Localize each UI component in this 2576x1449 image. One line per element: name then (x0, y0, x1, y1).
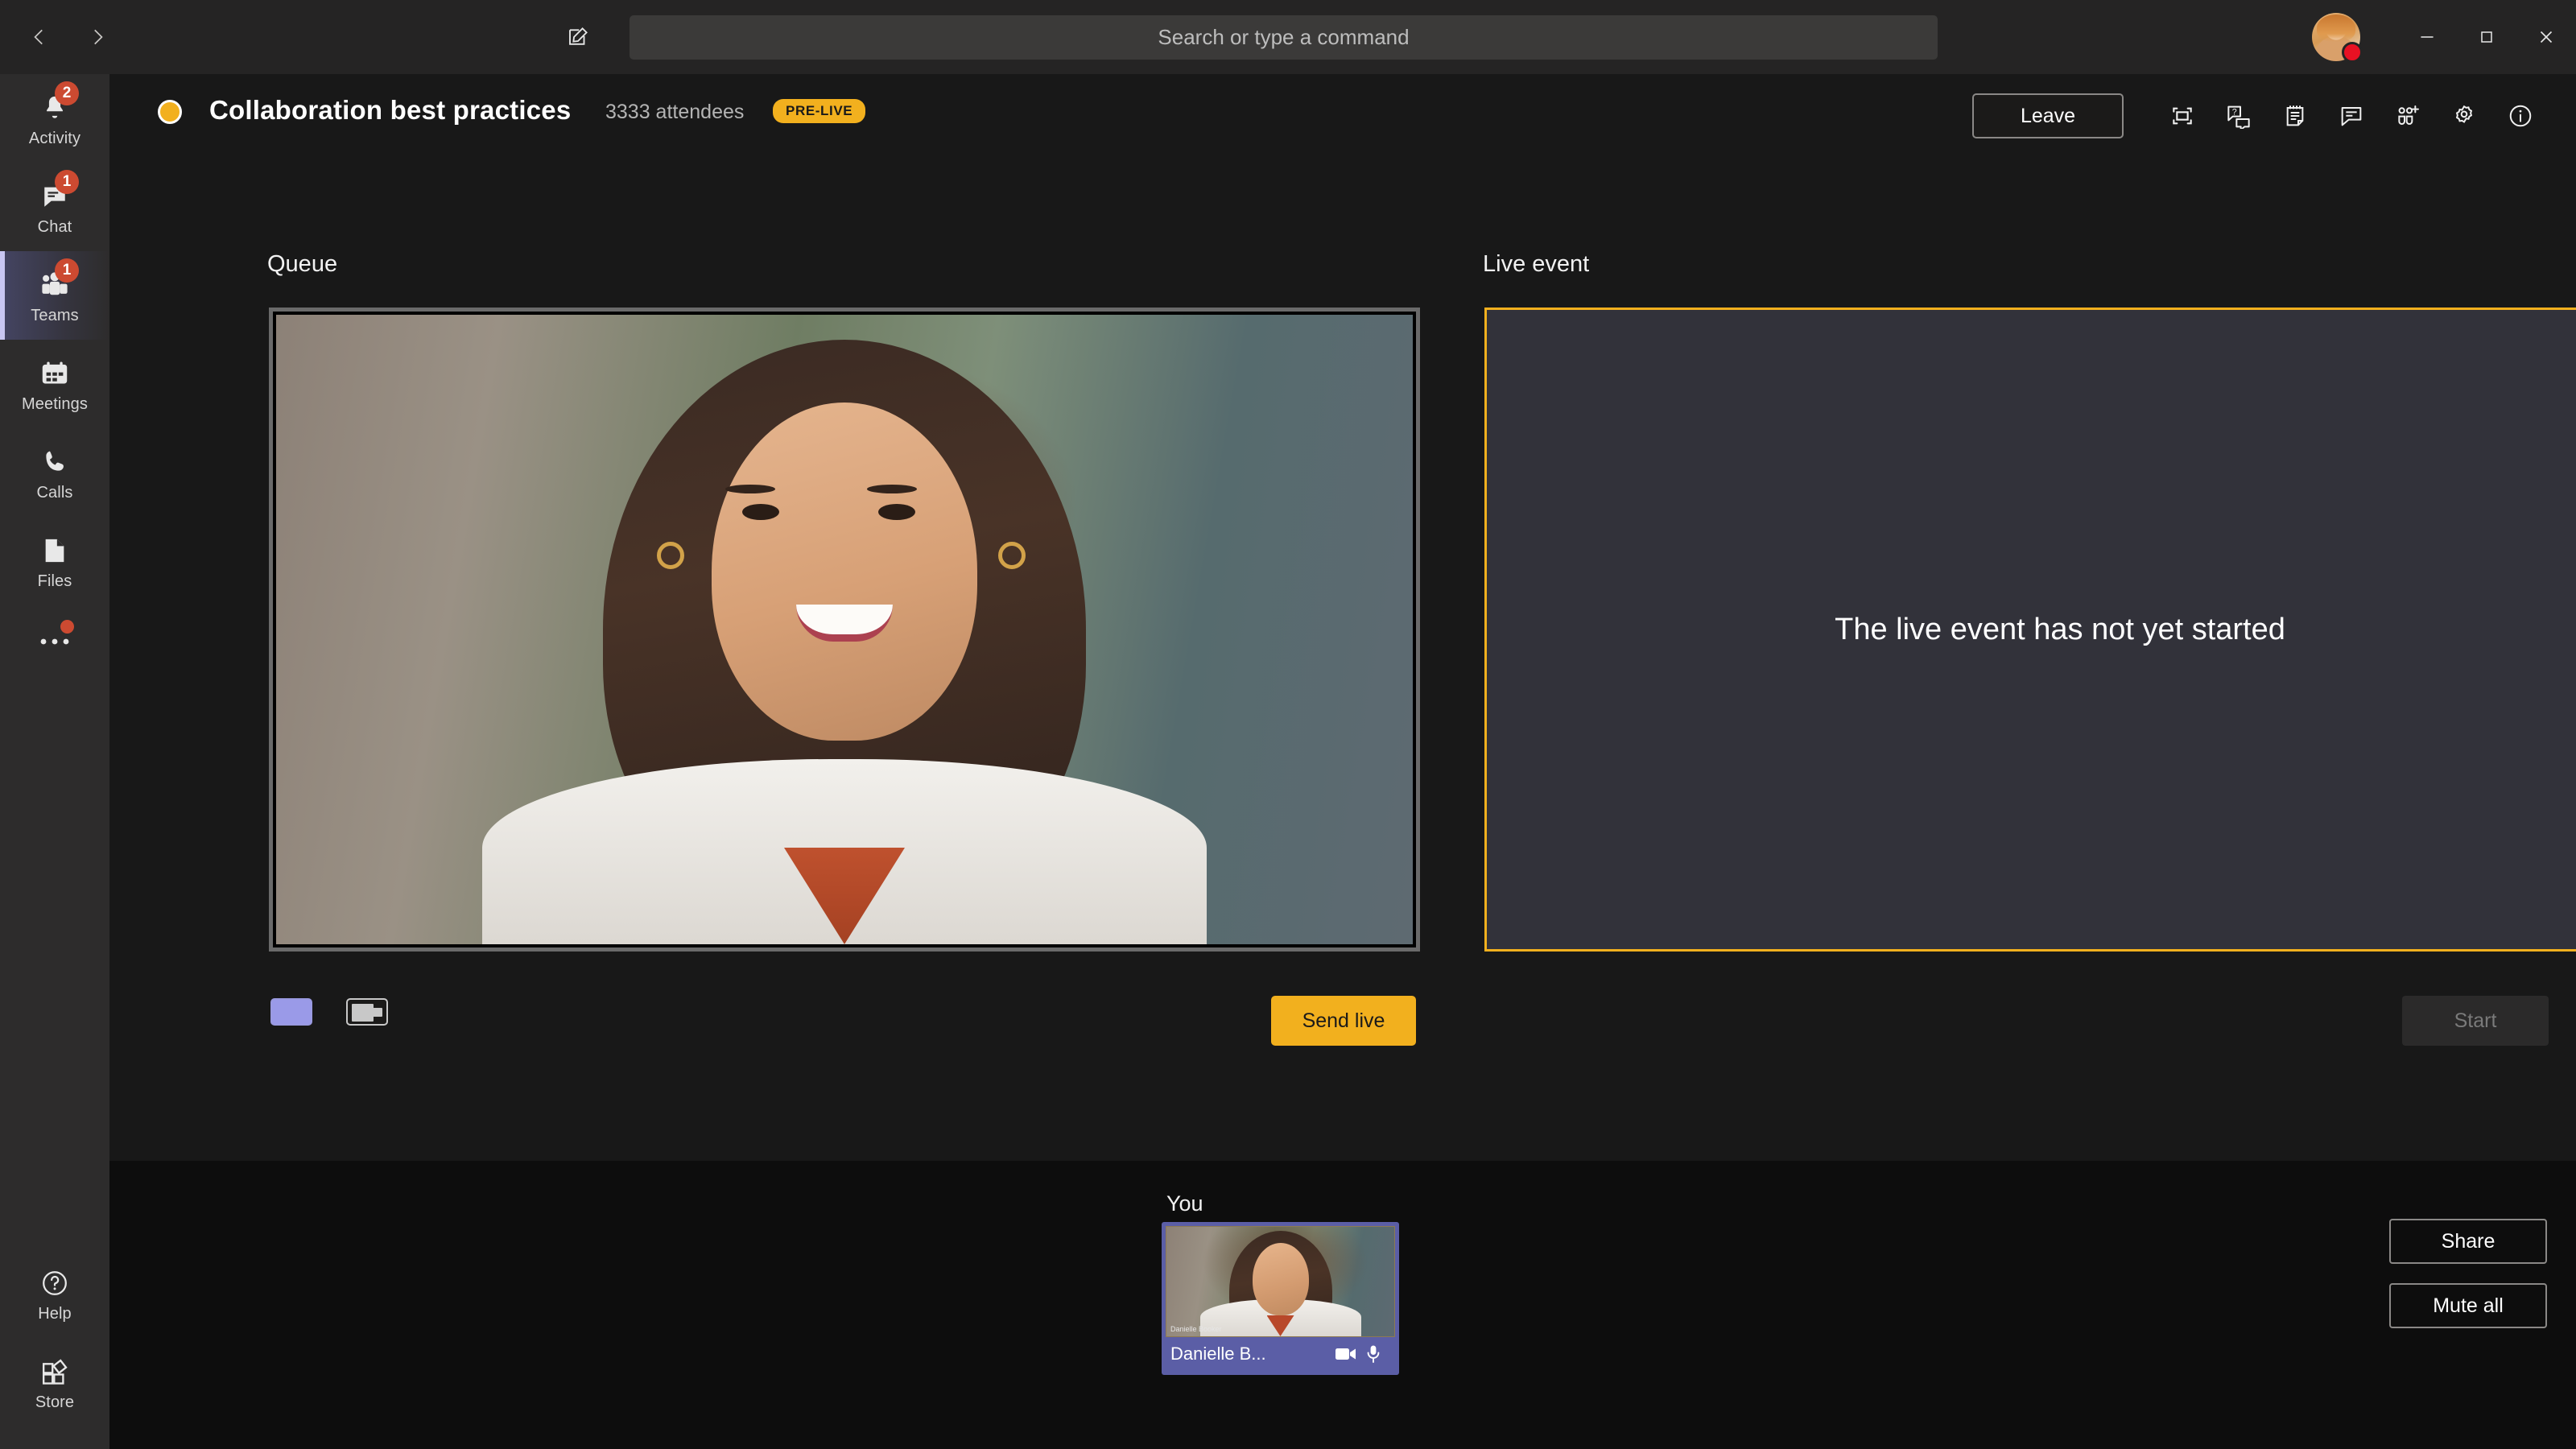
status-badge: PRE-LIVE (773, 99, 866, 123)
live-status-icon (158, 100, 182, 124)
microphone-icon[interactable] (1360, 1344, 1387, 1364)
compose-icon[interactable] (555, 14, 601, 60)
sidebar-item-teams[interactable]: 1 Teams (0, 251, 109, 340)
queue-video-frame[interactable] (269, 308, 1420, 952)
participant-video: Danielle Booker (1166, 1226, 1395, 1337)
minimize-button[interactable] (2397, 0, 2457, 74)
queue-video-eye-right (878, 503, 916, 520)
live-event-message: The live event has not yet started (1835, 612, 2285, 646)
sidebar-item-label: Store (35, 1393, 75, 1411)
send-live-button[interactable]: Send live (1271, 996, 1416, 1046)
sidebar-item-label: Chat (37, 217, 72, 236)
avatar[interactable] (2312, 13, 2363, 63)
sidebar-item-more[interactable] (0, 605, 109, 678)
pip-layout-button[interactable] (346, 998, 388, 1026)
title-bar: Search or type a command (0, 0, 2576, 74)
chat-badge: 1 (55, 169, 79, 194)
page-title: Collaboration best practices (209, 95, 572, 125)
phone-icon (34, 444, 76, 481)
sidebar-item-chat[interactable]: 1 Chat (0, 163, 109, 251)
participant-tile[interactable]: Danielle Booker Danielle B... (1162, 1222, 1399, 1375)
sidebar-item-label: Meetings (22, 394, 88, 413)
layout-selector (270, 998, 388, 1026)
you-label: You (1166, 1191, 1203, 1216)
sidebar-item-help[interactable]: Help (0, 1249, 109, 1338)
participant-video-name: Danielle Booker (1170, 1325, 1222, 1333)
sidebar-item-files[interactable]: Files (0, 517, 109, 605)
info-icon[interactable] (2492, 93, 2549, 138)
meeting-toolbar: Leave ? (1972, 93, 2549, 138)
camera-icon[interactable] (1332, 1347, 1360, 1361)
files-icon (34, 532, 76, 569)
qna-icon[interactable]: ? (2211, 93, 2267, 138)
activity-badge: 2 (55, 80, 79, 105)
start-button[interactable]: Start (2402, 996, 2549, 1046)
teams-badge: 1 (55, 258, 79, 283)
mute-all-button[interactable]: Mute all (2389, 1283, 2547, 1328)
single-layout-button[interactable] (270, 998, 312, 1026)
live-event-panel-title: Live event (1483, 251, 1590, 277)
leave-button[interactable]: Leave (1972, 93, 2124, 138)
sidebar-item-store[interactable]: Store (0, 1338, 109, 1426)
participant-face (1252, 1243, 1309, 1316)
queue-video-earring-right (997, 541, 1026, 569)
close-button[interactable] (2516, 0, 2576, 74)
sidebar-item-activity[interactable]: 2 Activity (0, 74, 109, 163)
presence-badge (2342, 42, 2363, 63)
back-button[interactable] (18, 15, 61, 59)
calendar-icon (34, 355, 76, 392)
main-content: Collaboration best practices 3333 attend… (109, 74, 2576, 1161)
more-notification-dot (60, 620, 74, 634)
queue-video-brow-left (724, 485, 775, 494)
queue-panel-title: Queue (267, 251, 338, 277)
sidebar-item-label: Files (37, 572, 72, 590)
more-icon (34, 620, 76, 660)
store-icon (34, 1353, 76, 1390)
bottom-actions: Share Mute all (2389, 1219, 2547, 1328)
notes-icon[interactable] (2267, 93, 2323, 138)
app-sidebar: 2 Activity 1 Chat 1 Teams Meetings Calls… (0, 74, 109, 1449)
sidebar-item-label: Help (38, 1304, 72, 1323)
teams-icon: 1 (34, 258, 79, 303)
sidebar-bottom-group: Help Store (0, 1249, 109, 1426)
bottom-bar: You Danielle Booker Danielle B... Share … (109, 1161, 2576, 1449)
participant-name: Danielle B... (1170, 1344, 1266, 1364)
window-controls-group (2312, 0, 2576, 74)
meeting-header: Collaboration best practices 3333 attend… (109, 74, 2576, 148)
add-people-icon[interactable] (2380, 93, 2436, 138)
bell-icon: 2 (34, 80, 79, 126)
queue-video-eye-left (741, 503, 779, 520)
sidebar-item-label: Calls (36, 483, 73, 502)
queue-video-earring-left (657, 541, 685, 569)
sidebar-item-calls[interactable]: Calls (0, 428, 109, 517)
forward-button[interactable] (76, 15, 119, 59)
fullscreen-icon[interactable] (2154, 93, 2211, 138)
sidebar-item-label: Activity (28, 129, 81, 147)
share-button[interactable]: Share (2389, 1219, 2547, 1264)
search-placeholder: Search or type a command (1158, 25, 1410, 49)
sidebar-item-meetings[interactable]: Meetings (0, 340, 109, 428)
maximize-button[interactable] (2457, 0, 2516, 74)
search-input[interactable]: Search or type a command (630, 15, 1938, 60)
chat-bubble-icon[interactable] (2323, 93, 2380, 138)
attendee-count: 3333 attendees (605, 101, 745, 123)
svg-text:?: ? (2232, 108, 2237, 118)
queue-video-feed (276, 315, 1413, 944)
sidebar-item-label: Teams (31, 306, 79, 324)
queue-video-face (712, 402, 977, 741)
help-icon (34, 1265, 76, 1302)
live-event-frame: The live event has not yet started (1484, 308, 2576, 952)
chat-icon: 1 (34, 169, 79, 215)
navigation-arrows (18, 15, 119, 59)
participant-tile-bar: Danielle B... (1166, 1337, 1395, 1371)
gear-icon[interactable] (2436, 93, 2492, 138)
